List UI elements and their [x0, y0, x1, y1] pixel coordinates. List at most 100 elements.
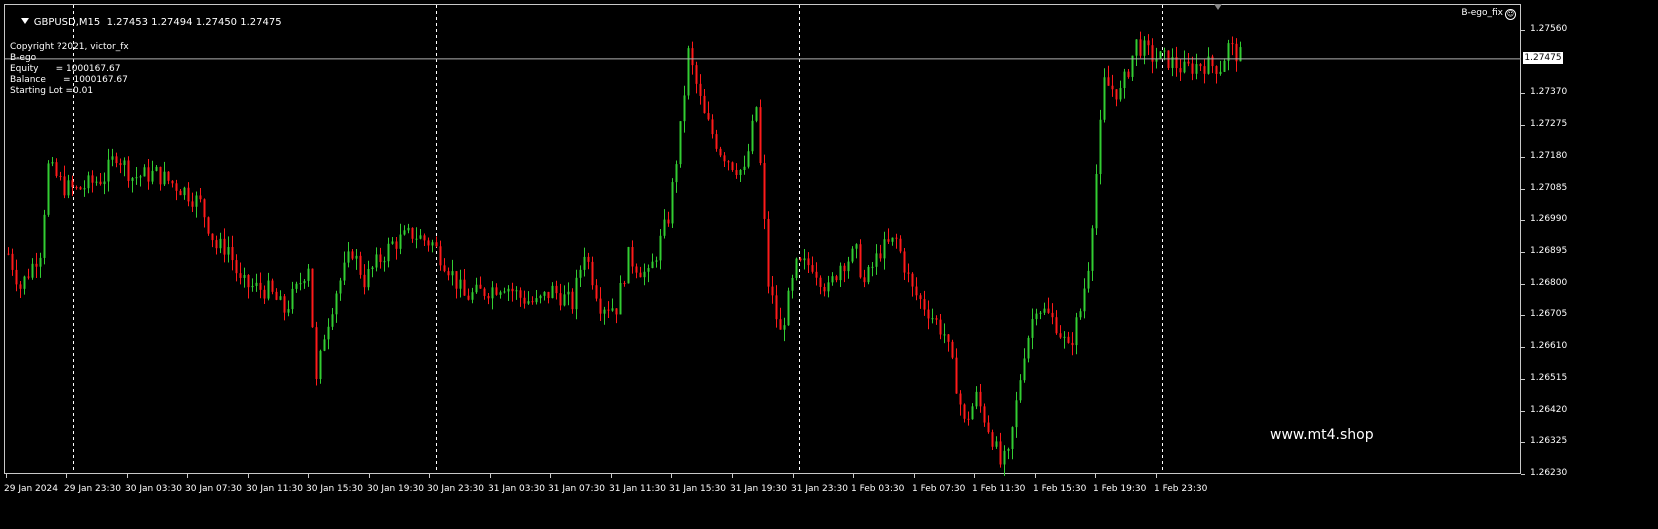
candle-body: [411, 227, 414, 239]
candle-body: [1031, 319, 1034, 338]
candle-body: [23, 276, 26, 289]
candle-body: [167, 171, 170, 181]
candle-body: [323, 339, 326, 351]
candle-body: [767, 218, 770, 287]
chart-window[interactable]: GBPUSD,M15 1.27453 1.27494 1.27450 1.274…: [0, 0, 1658, 529]
candle-body: [207, 217, 210, 234]
dropdown-triangle-icon[interactable]: [20, 18, 29, 24]
chart-header: GBPUSD,M15 1.27453 1.27494 1.27450 1.274…: [8, 6, 282, 39]
candle-body: [631, 247, 634, 267]
candle-body: [231, 247, 234, 261]
candle-body: [327, 326, 330, 340]
candle-body: [359, 255, 362, 275]
candle-body: [1127, 71, 1130, 77]
price-tick: [1521, 474, 1525, 475]
candle-body: [91, 175, 94, 183]
candle-body: [1147, 40, 1150, 46]
candle-body: [511, 288, 514, 292]
time-tick-label: 31 Jan 23:30: [791, 484, 848, 494]
candle-body: [339, 280, 342, 294]
price-tick-label: 1.27275: [1530, 119, 1568, 129]
price-scale[interactable]: [1521, 4, 1658, 474]
candle-body: [67, 180, 70, 196]
candle-body: [803, 258, 806, 261]
candle-body: [923, 299, 926, 310]
time-tick: [248, 474, 249, 478]
candle-body: [479, 284, 482, 289]
time-scale[interactable]: [4, 474, 1521, 529]
candle-body: [1015, 400, 1018, 428]
candle-body: [991, 432, 994, 447]
price-tick: [1521, 157, 1525, 158]
candle-body: [159, 166, 162, 185]
candle-body: [659, 235, 662, 261]
candle-body: [315, 327, 318, 380]
candle-body: [635, 266, 638, 273]
candle-body: [603, 309, 606, 314]
time-tick: [127, 474, 128, 478]
info-starting-lot: Starting Lot =0.01: [10, 86, 94, 96]
indicator-label[interactable]: B-ego_fix ☺: [1461, 8, 1516, 20]
candle-body: [779, 319, 782, 330]
time-tick: [974, 474, 975, 478]
candle-body: [211, 233, 214, 241]
info-equity: Equity = 1000167.67: [10, 64, 121, 74]
price-tick-label: 1.27560: [1530, 24, 1568, 34]
candle-body: [607, 309, 610, 311]
candle-body: [243, 275, 246, 278]
candle-body: [39, 257, 42, 267]
candle-body: [1067, 336, 1070, 343]
candle-body: [703, 95, 706, 114]
price-tick-label: 1.26230: [1530, 468, 1568, 478]
candle-body: [399, 234, 402, 249]
time-tick: [611, 474, 612, 478]
candle-body: [623, 283, 626, 285]
candle-body: [1135, 39, 1138, 56]
time-tick: [490, 474, 491, 478]
candle-body: [619, 283, 622, 315]
time-tick-label: 30 Jan 23:30: [427, 484, 484, 494]
candle-body: [1071, 342, 1074, 346]
candle-body: [223, 238, 226, 255]
time-tick: [369, 474, 370, 478]
candle-body: [147, 167, 150, 182]
candle-body: [747, 151, 750, 167]
candle-body: [1047, 308, 1050, 313]
candle-body: [1111, 85, 1114, 90]
candle-body: [719, 148, 722, 156]
candle-body: [83, 188, 86, 190]
candle-body: [363, 274, 366, 288]
candle-body: [71, 180, 74, 188]
candle-body: [907, 272, 910, 274]
candle-body: [203, 199, 206, 218]
candle-body: [647, 268, 650, 272]
candle-body: [119, 163, 122, 166]
candle-body: [1095, 173, 1098, 229]
candle-body: [547, 291, 550, 299]
candle-body: [999, 441, 1002, 465]
candle-body: [823, 286, 826, 292]
candle-body: [567, 291, 570, 295]
candle-body: [163, 171, 166, 185]
candle-body: [1091, 228, 1094, 271]
candle-body: [931, 318, 934, 320]
candle-body: [123, 160, 126, 166]
candle-body: [1043, 308, 1046, 313]
candle-body: [691, 48, 694, 66]
candle-body: [571, 291, 574, 310]
candlestick-chart[interactable]: [0, 0, 1658, 529]
candle-body: [179, 190, 182, 196]
price-tick: [1521, 220, 1525, 221]
candle-body: [427, 240, 430, 246]
candle-body: [839, 265, 842, 281]
chart-shift-marker-icon[interactable]: [1214, 4, 1222, 10]
candle-body: [47, 163, 50, 215]
candle-body: [383, 261, 386, 263]
candle-body: [939, 319, 942, 335]
candle-body: [475, 284, 478, 293]
candle-body: [415, 238, 418, 240]
candle-body: [263, 289, 266, 299]
candle-body: [983, 406, 986, 423]
candle-body: [899, 238, 902, 252]
candle-body: [531, 301, 534, 303]
